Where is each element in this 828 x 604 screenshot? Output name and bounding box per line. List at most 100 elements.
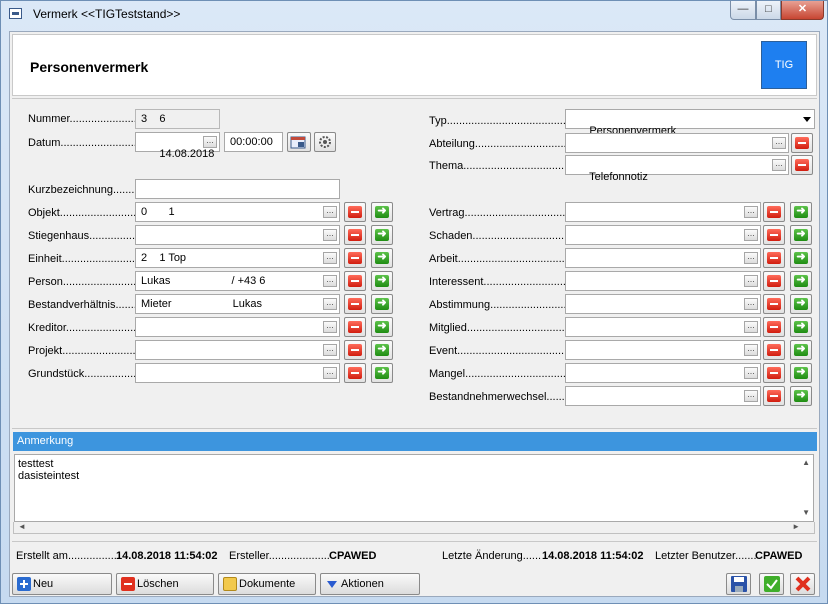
save-button[interactable] <box>726 573 751 595</box>
row-goto-button[interactable]: ➜ <box>371 271 393 291</box>
kurzbezeichnung-input[interactable] <box>135 179 340 199</box>
row-goto-button[interactable]: ➜ <box>790 386 812 406</box>
row-remove-button[interactable] <box>344 317 366 337</box>
scroll-down-icon[interactable]: ▼ <box>802 507 810 519</box>
row-picker-button[interactable]: ... <box>323 321 337 333</box>
row-field[interactable]: ... <box>565 202 761 222</box>
datum-picker-button[interactable]: ... <box>203 136 217 148</box>
row-remove-button[interactable] <box>763 271 785 291</box>
settings-button[interactable] <box>314 132 336 152</box>
row-picker-button[interactable]: ... <box>744 390 758 402</box>
row-goto-button[interactable]: ➜ <box>790 294 812 314</box>
typ-select[interactable]: Personenvermerk <box>565 109 815 137</box>
cancel-button[interactable] <box>790 573 815 595</box>
row-goto-button[interactable]: ➜ <box>371 248 393 268</box>
row-remove-button[interactable] <box>763 363 785 383</box>
row-label: Grundstück...................... <box>28 368 152 380</box>
row-picker-button[interactable]: ... <box>744 344 758 356</box>
row-field[interactable]: Lukas / +43 6 2... <box>135 271 354 291</box>
row-remove-button[interactable] <box>344 363 366 383</box>
abteilung-field[interactable]: ... <box>565 133 789 153</box>
row-remove-button[interactable] <box>763 340 785 360</box>
scroll-up-icon[interactable]: ▲ <box>802 457 810 469</box>
row-field[interactable]: ... <box>565 363 761 383</box>
row-field[interactable]: Mieter Lukas... <box>135 294 340 314</box>
row-remove-button[interactable] <box>344 248 366 268</box>
row-picker-button[interactable]: ... <box>744 275 758 287</box>
abteilung-picker-button[interactable]: ... <box>772 137 786 149</box>
arrow-right-icon: ➜ <box>794 275 808 287</box>
actions-button[interactable]: Aktionen <box>320 573 420 595</box>
zeit-field[interactable]: 00:00:00 <box>224 132 283 152</box>
row-goto-button[interactable]: ➜ <box>371 363 393 383</box>
row-remove-button[interactable] <box>763 202 785 222</box>
row-remove-button[interactable] <box>344 294 366 314</box>
row-picker-button[interactable]: ... <box>323 275 337 287</box>
row-field[interactable]: ... <box>565 271 761 291</box>
row-field[interactable]: ... <box>135 363 340 383</box>
row-remove-button[interactable] <box>763 225 785 245</box>
calendar-button[interactable] <box>287 132 311 152</box>
close-window-button[interactable]: ✕ <box>781 1 824 20</box>
row-goto-button[interactable]: ➜ <box>371 317 393 337</box>
datum-field[interactable]: 14.08.2018 ... <box>135 132 220 160</box>
row-picker-button[interactable]: ... <box>323 252 337 264</box>
delete-button[interactable]: Löschen <box>116 573 214 595</box>
anmerkung-textarea[interactable]: testtest dasisteintest ▲ ▼ <box>14 454 814 522</box>
row-goto-button[interactable]: ➜ <box>790 202 812 222</box>
row-picker-button[interactable]: ... <box>744 367 758 379</box>
row-remove-button[interactable] <box>763 317 785 337</box>
row-goto-button[interactable]: ➜ <box>371 294 393 314</box>
row-goto-button[interactable]: ➜ <box>371 340 393 360</box>
row-remove-button[interactable] <box>344 202 366 222</box>
remove-icon <box>767 298 781 310</box>
row-field[interactable]: ... <box>135 225 340 245</box>
row-remove-button[interactable] <box>763 294 785 314</box>
row-remove-button[interactable] <box>344 225 366 245</box>
thema-remove-button[interactable] <box>791 155 813 175</box>
maximize-button[interactable]: □ <box>756 1 781 20</box>
row-field[interactable]: 0 1... <box>135 202 340 222</box>
row-picker-button[interactable]: ... <box>323 344 337 356</box>
row-field[interactable]: ... <box>135 317 340 337</box>
row-field[interactable]: ... <box>565 386 761 406</box>
row-field[interactable]: ... <box>565 317 761 337</box>
row-remove-button[interactable] <box>344 340 366 360</box>
row-picker-button[interactable]: ... <box>744 298 758 310</box>
row-picker-button[interactable]: ... <box>323 367 337 379</box>
documents-button[interactable]: Dokumente <box>218 573 316 595</box>
scroll-left-icon[interactable]: ◄ <box>18 522 26 531</box>
horizontal-scrollbar[interactable]: ◄ ► <box>13 522 815 534</box>
row-picker-button[interactable]: ... <box>323 229 337 241</box>
row-field[interactable]: ... <box>565 294 761 314</box>
row-picker-button[interactable]: ... <box>323 206 337 218</box>
row-field[interactable]: ... <box>565 248 761 268</box>
row-field[interactable]: ... <box>565 340 761 360</box>
row-remove-button[interactable] <box>344 271 366 291</box>
row-goto-button[interactable]: ➜ <box>790 363 812 383</box>
thema-field[interactable]: Telefonnotiz ... <box>565 155 789 183</box>
row-picker-button[interactable]: ... <box>744 229 758 241</box>
row-goto-button[interactable]: ➜ <box>790 317 812 337</box>
thema-picker-button[interactable]: ... <box>772 159 786 171</box>
row-remove-button[interactable] <box>763 248 785 268</box>
row-picker-button[interactable]: ... <box>323 298 337 310</box>
scroll-right-icon[interactable]: ► <box>792 522 800 531</box>
row-picker-button[interactable]: ... <box>744 252 758 264</box>
row-picker-button[interactable]: ... <box>744 206 758 218</box>
abteilung-remove-button[interactable] <box>791 133 813 153</box>
row-picker-button[interactable]: ... <box>744 321 758 333</box>
row-field[interactable]: ... <box>565 225 761 245</box>
new-button[interactable]: Neu <box>12 573 112 595</box>
row-remove-button[interactable] <box>763 386 785 406</box>
row-goto-button[interactable]: ➜ <box>371 225 393 245</box>
row-goto-button[interactable]: ➜ <box>790 225 812 245</box>
row-goto-button[interactable]: ➜ <box>371 202 393 222</box>
row-goto-button[interactable]: ➜ <box>790 271 812 291</box>
row-goto-button[interactable]: ➜ <box>790 248 812 268</box>
row-field[interactable]: 2 1 Top... <box>135 248 340 268</box>
minimize-button[interactable]: — <box>730 1 756 20</box>
row-field[interactable]: ... <box>135 340 340 360</box>
confirm-button[interactable] <box>759 573 784 595</box>
row-goto-button[interactable]: ➜ <box>790 340 812 360</box>
